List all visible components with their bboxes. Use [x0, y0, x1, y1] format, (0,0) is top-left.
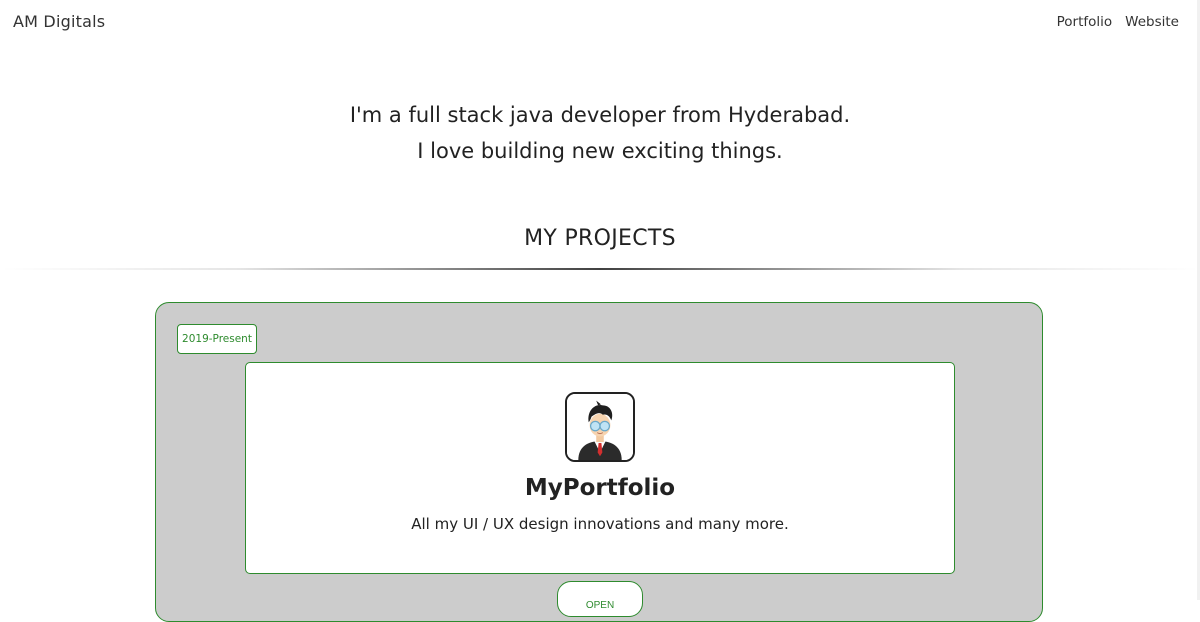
intro-line-2: I love building new exciting things.: [417, 139, 783, 163]
intro-line-1: I'm a full stack java developer from Hyd…: [349, 103, 851, 127]
project-panel: 2019-Present MyPortfolio All my UI / UX …: [155, 302, 1043, 622]
intro-section: I'm a full stack java developer from Hyd…: [0, 97, 1200, 169]
developer-avatar-icon: [565, 392, 635, 462]
brand-logo-text[interactable]: AM Digitals: [13, 12, 105, 31]
project-title: MyPortfolio: [524, 475, 676, 501]
top-navbar: AM Digitals Portfolio Website: [0, 0, 1200, 44]
project-card[interactable]: MyPortfolio All my UI / UX design innova…: [245, 362, 955, 574]
nav-links: Portfolio Website: [1057, 14, 1179, 30]
open-project-button[interactable]: OPEN: [557, 581, 643, 617]
section-divider: [0, 268, 1200, 270]
nav-link-website[interactable]: Website: [1125, 14, 1179, 30]
project-description: All my UI / UX design innovations and ma…: [411, 515, 789, 533]
period-badge: 2019-Present: [177, 324, 257, 354]
section-title: MY PROJECTS: [524, 226, 676, 251]
nav-link-portfolio[interactable]: Portfolio: [1057, 14, 1113, 30]
